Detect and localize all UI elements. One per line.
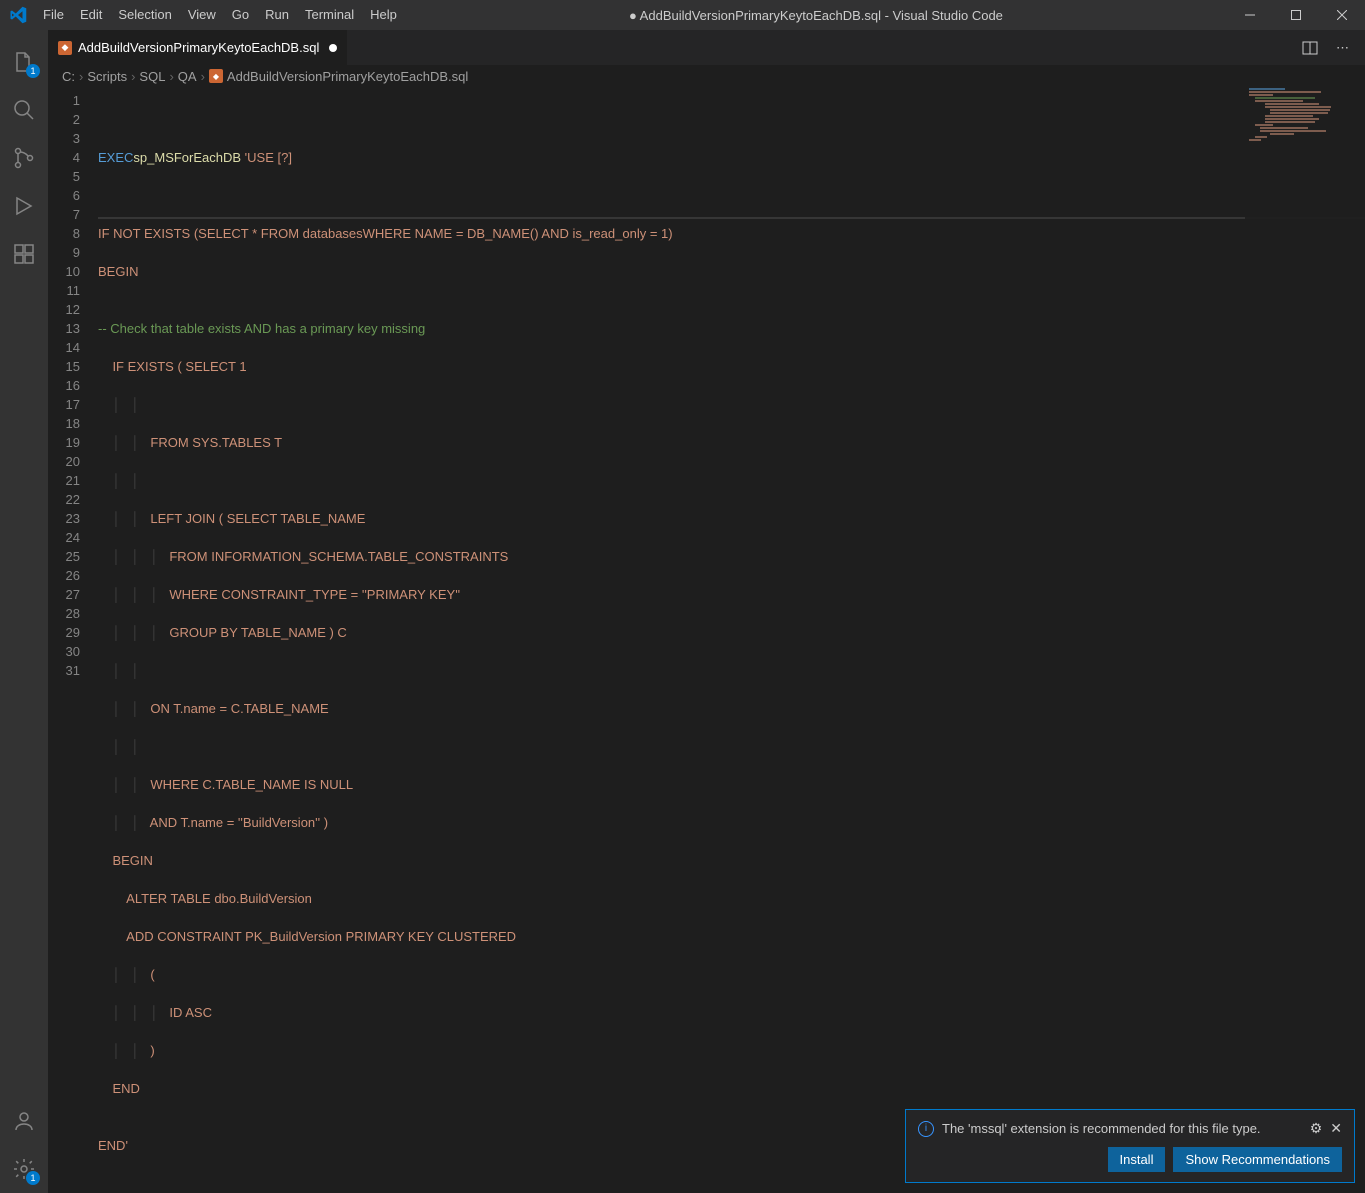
- code-line[interactable]: │ │ │ FROM INFORMATION_SCHEMA.TABLE_CONS…: [98, 547, 1365, 566]
- code-line[interactable]: │ │ AND T.name = ''BuildVersion'' ): [98, 813, 1365, 832]
- menu-go[interactable]: Go: [224, 0, 257, 30]
- maximize-button[interactable]: [1273, 0, 1319, 30]
- notification-message: The 'mssql' extension is recommended for…: [942, 1121, 1302, 1136]
- more-actions-icon[interactable]: ⋯: [1330, 36, 1355, 60]
- menu-view[interactable]: View: [180, 0, 224, 30]
- code-line[interactable]: │ │: [98, 471, 1365, 490]
- editor-group: ◆ AddBuildVersionPrimaryKeytoEachDB.sql …: [48, 30, 1365, 1193]
- code-line-current[interactable]: [98, 217, 1365, 219]
- breadcrumb-part[interactable]: C:: [62, 69, 75, 84]
- minimap[interactable]: [1245, 87, 1365, 1193]
- window-title: ● AddBuildVersionPrimaryKeytoEachDB.sql …: [405, 8, 1227, 23]
- sql-file-icon: ◆: [209, 69, 223, 83]
- search-icon[interactable]: [0, 86, 48, 134]
- code-line[interactable]: IF EXISTS ( SELECT 1: [98, 357, 1365, 376]
- sql-file-icon: ◆: [58, 41, 72, 55]
- breadcrumb-part[interactable]: QA: [178, 69, 197, 84]
- code-line[interactable]: │ │ │ WHERE CONSTRAINT_TYPE = ''PRIMARY …: [98, 585, 1365, 604]
- minimize-button[interactable]: [1227, 0, 1273, 30]
- titlebar: File Edit Selection View Go Run Terminal…: [0, 0, 1365, 30]
- gear-icon[interactable]: ⚙: [1310, 1120, 1323, 1137]
- code-editor[interactable]: 1234567891011121314151617181920212223242…: [48, 87, 1365, 1193]
- code-line[interactable]: END: [98, 1079, 1365, 1098]
- menu-selection[interactable]: Selection: [110, 0, 179, 30]
- code-line[interactable]: │ │ │ ID ASC: [98, 1003, 1365, 1022]
- breadcrumb-part[interactable]: SQL: [139, 69, 165, 84]
- run-debug-icon[interactable]: [0, 182, 48, 230]
- code-line[interactable]: │ │: [98, 737, 1365, 756]
- code-line[interactable]: │ │ │ GROUP BY TABLE_NAME ) C: [98, 623, 1365, 642]
- vscode-logo-icon: [0, 6, 35, 24]
- notification-toast: i The 'mssql' extension is recommended f…: [905, 1109, 1355, 1183]
- settings-badge: 1: [26, 1171, 40, 1185]
- show-recommendations-button[interactable]: Show Recommendations: [1173, 1147, 1342, 1172]
- menu-file[interactable]: File: [35, 0, 72, 30]
- install-button[interactable]: Install: [1108, 1147, 1166, 1172]
- accounts-icon[interactable]: [0, 1097, 48, 1145]
- breadcrumb[interactable]: C:› Scripts› SQL› QA› ◆ AddBuildVersionP…: [48, 65, 1365, 87]
- split-editor-icon[interactable]: [1296, 36, 1324, 60]
- code-line[interactable]: BEGIN: [98, 851, 1365, 870]
- main: 1 1 ◆ AddBuildVersionPrimaryKeytoEachDB.…: [0, 30, 1365, 1193]
- code-line[interactable]: │ │ WHERE C.TABLE_NAME IS NULL: [98, 775, 1365, 794]
- code-line[interactable]: │ │: [98, 661, 1365, 680]
- code-line[interactable]: │ │ ON T.name = C.TABLE_NAME: [98, 699, 1365, 718]
- code-line[interactable]: │ │ (: [98, 965, 1365, 984]
- activity-bar: 1 1: [0, 30, 48, 1193]
- menu-bar: File Edit Selection View Go Run Terminal…: [35, 0, 405, 30]
- close-button[interactable]: [1319, 0, 1365, 30]
- menu-run[interactable]: Run: [257, 0, 297, 30]
- code-line[interactable]: │ │: [98, 395, 1365, 414]
- menu-help[interactable]: Help: [362, 0, 405, 30]
- extensions-icon[interactable]: [0, 230, 48, 278]
- explorer-badge: 1: [26, 64, 40, 78]
- code-line[interactable]: ALTER TABLE dbo.BuildVersion: [98, 889, 1365, 908]
- menu-terminal[interactable]: Terminal: [297, 0, 362, 30]
- code-line[interactable]: ADD CONSTRAINT PK_BuildVersion PRIMARY K…: [98, 927, 1365, 946]
- code-lines[interactable]: EXECsp_MSForEachDB 'USE [?] IF NOT EXIST…: [98, 87, 1365, 1193]
- explorer-icon[interactable]: 1: [0, 38, 48, 86]
- code-line[interactable]: │ │ LEFT JOIN ( SELECT TABLE_NAME: [98, 509, 1365, 528]
- tab-label: AddBuildVersionPrimaryKeytoEachDB.sql: [78, 40, 319, 55]
- settings-icon[interactable]: 1: [0, 1145, 48, 1193]
- line-numbers: 1234567891011121314151617181920212223242…: [48, 87, 98, 1193]
- code-line[interactable]: BEGIN: [98, 262, 1365, 281]
- tab-file[interactable]: ◆ AddBuildVersionPrimaryKeytoEachDB.sql: [48, 30, 347, 65]
- close-icon[interactable]: ✕: [1330, 1120, 1342, 1137]
- breadcrumb-file[interactable]: AddBuildVersionPrimaryKeytoEachDB.sql: [227, 69, 468, 84]
- window-controls: [1227, 0, 1365, 30]
- dirty-indicator-icon: [329, 44, 337, 52]
- info-icon: i: [918, 1121, 934, 1137]
- code-line[interactable]: -- Check that table exists AND has a pri…: [98, 319, 1365, 338]
- code-line[interactable]: │ │ ): [98, 1041, 1365, 1060]
- code-line[interactable]: │ │ FROM SYS.TABLES T: [98, 433, 1365, 452]
- breadcrumb-part[interactable]: Scripts: [87, 69, 127, 84]
- source-control-icon[interactable]: [0, 134, 48, 182]
- tabs: ◆ AddBuildVersionPrimaryKeytoEachDB.sql …: [48, 30, 1365, 65]
- code-line[interactable]: IF NOT EXISTS (SELECT * FROM databasesWH…: [98, 224, 1365, 243]
- menu-edit[interactable]: Edit: [72, 0, 110, 30]
- code-line[interactable]: EXECsp_MSForEachDB 'USE [?]: [98, 148, 1365, 167]
